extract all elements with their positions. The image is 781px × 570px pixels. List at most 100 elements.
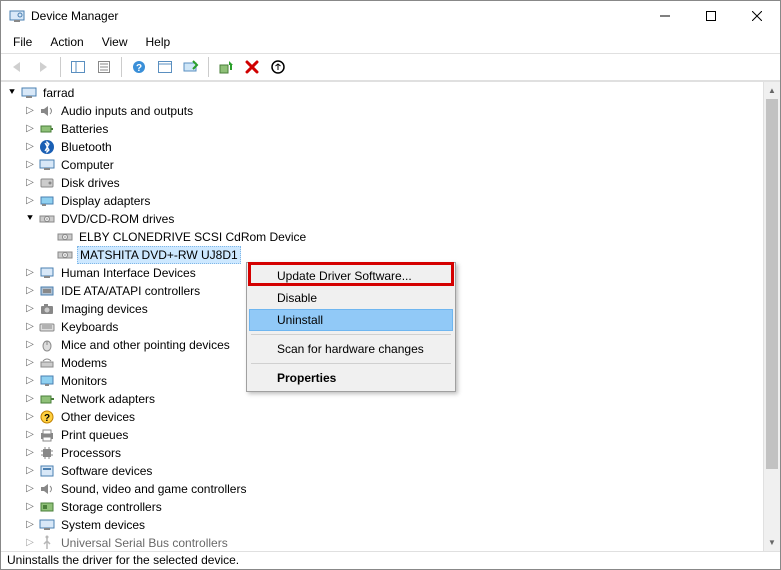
action-button[interactable] (153, 55, 177, 79)
ctx-properties-label: Properties (277, 371, 336, 385)
expander-icon[interactable]: ▷ (23, 390, 37, 408)
forward-button[interactable] (31, 55, 55, 79)
expander-icon[interactable]: ▷ (23, 192, 37, 210)
expander-icon[interactable]: ▷ (23, 498, 37, 516)
expander-icon[interactable]: ▷ (23, 534, 37, 551)
tree-node-network[interactable]: ▷ Network adapters (5, 390, 763, 408)
properties-button[interactable] (92, 55, 116, 79)
scroll-thumb[interactable] (766, 99, 778, 469)
tree-node-system[interactable]: ▷ System devices (5, 516, 763, 534)
ctx-separator (251, 334, 451, 335)
uninstall-button[interactable] (240, 55, 264, 79)
other-devices-icon: ? (39, 409, 55, 425)
svg-text:?: ? (44, 413, 50, 424)
speaker-icon (39, 103, 55, 119)
node-label: Display adapters (59, 192, 152, 210)
hid-icon (39, 265, 55, 281)
maximize-button[interactable] (688, 1, 734, 31)
expander-icon[interactable]: ▷ (23, 516, 37, 534)
dvd-drive-icon (39, 211, 55, 227)
statusbar-text: Uninstalls the driver for the selected d… (7, 553, 239, 567)
node-label: Human Interface Devices (59, 264, 198, 282)
modem-icon (39, 355, 55, 371)
sound-controller-icon (39, 481, 55, 497)
expander-icon[interactable]: ▷ (23, 336, 37, 354)
expander-icon[interactable]: ▷ (23, 480, 37, 498)
tree-node-processors[interactable]: ▷ Processors (5, 444, 763, 462)
expander-icon[interactable]: ▷ (23, 264, 37, 282)
expander-icon[interactable]: ▷ (23, 174, 37, 192)
scroll-down-button[interactable]: ▼ (764, 534, 780, 551)
scroll-up-button[interactable]: ▲ (764, 82, 780, 99)
tree-node-display[interactable]: ▷ Display adapters (5, 192, 763, 210)
tree-node-software[interactable]: ▷ Software devices (5, 462, 763, 480)
expander-icon[interactable]: ⯆ (23, 210, 37, 228)
node-label: Computer (59, 156, 116, 174)
display-adapter-icon (39, 193, 55, 209)
expander-icon[interactable]: ▷ (23, 156, 37, 174)
processor-icon (39, 445, 55, 461)
ctx-update-driver[interactable]: Update Driver Software... (249, 265, 453, 287)
ctx-disable[interactable]: Disable (249, 287, 453, 309)
expander-icon[interactable]: ▷ (23, 462, 37, 480)
tree-node-disk[interactable]: ▷ Disk drives (5, 174, 763, 192)
expander-icon[interactable]: ▷ (23, 444, 37, 462)
keyboard-icon (39, 319, 55, 335)
node-label: Storage controllers (59, 498, 164, 516)
ctx-separator (251, 363, 451, 364)
ctx-properties[interactable]: Properties (249, 367, 453, 389)
node-label: Audio inputs and outputs (59, 102, 195, 120)
expander-icon[interactable]: ▷ (23, 138, 37, 156)
ctx-uninstall[interactable]: Uninstall (249, 309, 453, 331)
dvd-drive-icon (57, 229, 73, 245)
tree-node-bluetooth[interactable]: ▷ Bluetooth (5, 138, 763, 156)
expander-icon[interactable]: ⯆ (5, 84, 19, 102)
expander-icon[interactable]: ▷ (23, 426, 37, 444)
expander-icon[interactable]: ▷ (23, 120, 37, 138)
minimize-button[interactable] (642, 1, 688, 31)
tree-node-storage[interactable]: ▷ Storage controllers (5, 498, 763, 516)
tree-node-print[interactable]: ▷ Print queues (5, 426, 763, 444)
software-device-icon (39, 463, 55, 479)
window-controls (642, 1, 780, 31)
node-label: DVD/CD-ROM drives (59, 210, 176, 228)
tree-node-other[interactable]: ▷ ? Other devices (5, 408, 763, 426)
expander-icon[interactable]: ▷ (23, 372, 37, 390)
show-hide-tree-button[interactable] (66, 55, 90, 79)
ctx-scan-hardware[interactable]: Scan for hardware changes (249, 338, 453, 360)
tree-node-computer[interactable]: ▷ Computer (5, 156, 763, 174)
close-button[interactable] (734, 1, 780, 31)
tree-root[interactable]: ⯆ farrad (5, 84, 763, 102)
expander-icon[interactable]: ▷ (23, 102, 37, 120)
expander-icon[interactable]: ▷ (23, 318, 37, 336)
tree-node-dvd[interactable]: ⯆ DVD/CD-ROM drives (5, 210, 763, 228)
menu-action[interactable]: Action (42, 33, 91, 51)
scroll-track[interactable] (764, 99, 780, 534)
back-button[interactable] (5, 55, 29, 79)
scan-hardware-button[interactable] (179, 55, 203, 79)
expander-icon[interactable]: ▷ (23, 282, 37, 300)
tree-node-usb[interactable]: ▷ Universal Serial Bus controllers (5, 534, 763, 551)
disable-button[interactable] (266, 55, 290, 79)
expander-icon[interactable]: ▷ (23, 408, 37, 426)
node-label: Keyboards (59, 318, 120, 336)
node-label: Software devices (59, 462, 154, 480)
tree-node-audio[interactable]: ▷ Audio inputs and outputs (5, 102, 763, 120)
node-label: Modems (59, 354, 109, 372)
node-label: Monitors (59, 372, 109, 390)
update-driver-button[interactable] (214, 55, 238, 79)
tree-node-batteries[interactable]: ▷ Batteries (5, 120, 763, 138)
menu-view[interactable]: View (94, 33, 136, 51)
node-label: Universal Serial Bus controllers (59, 534, 230, 551)
tree-node-sound[interactable]: ▷ Sound, video and game controllers (5, 480, 763, 498)
menu-help[interactable]: Help (138, 33, 179, 51)
menu-file[interactable]: File (5, 33, 40, 51)
expander-icon[interactable]: ▷ (23, 354, 37, 372)
node-label: Disk drives (59, 174, 122, 192)
node-label: Mice and other pointing devices (59, 336, 232, 354)
help-button[interactable]: ? (127, 55, 151, 79)
expander-icon[interactable]: ▷ (23, 300, 37, 318)
battery-icon (39, 121, 55, 137)
vertical-scrollbar[interactable]: ▲ ▼ (763, 82, 780, 551)
tree-node-dvd-child1[interactable]: ELBY CLONEDRIVE SCSI CdRom Device (5, 228, 763, 246)
